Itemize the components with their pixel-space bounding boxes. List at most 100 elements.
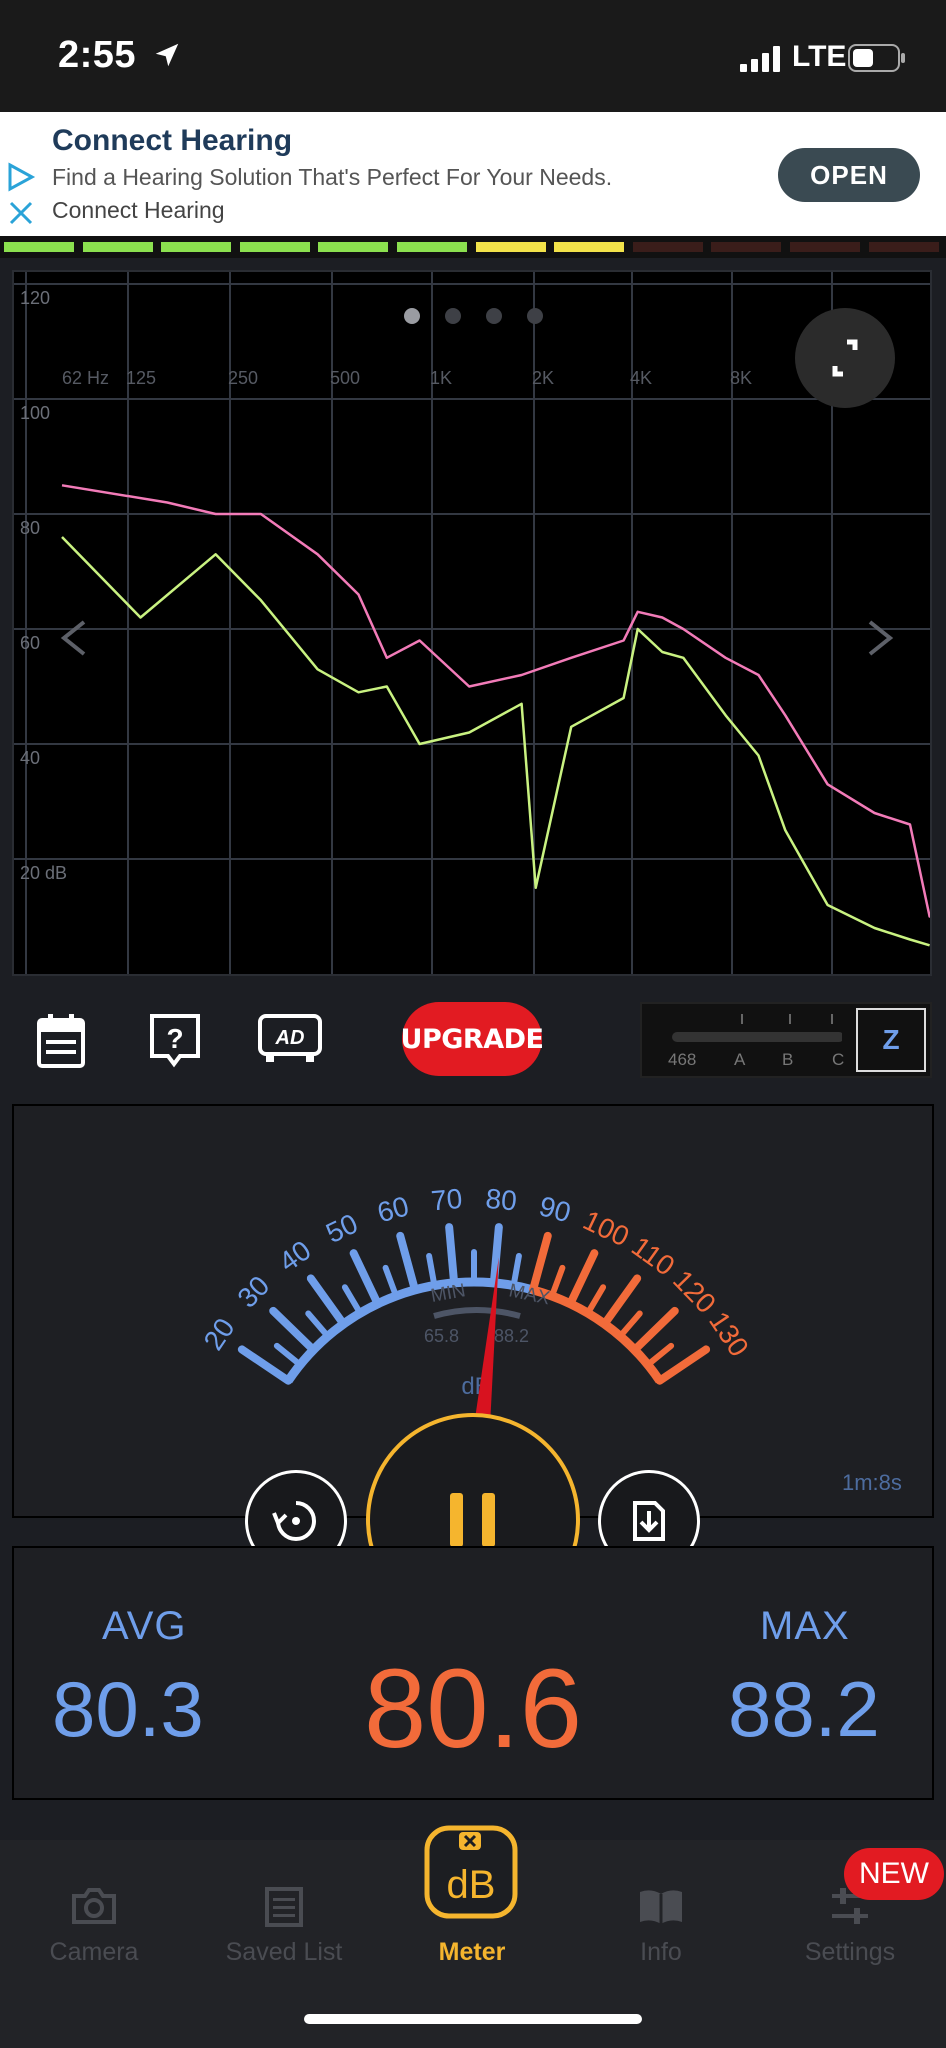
signal-icon	[740, 46, 780, 72]
page-dot	[445, 308, 461, 324]
avg-value: 80.3	[52, 1665, 204, 1753]
freq-tick-label: 125	[126, 368, 156, 388]
spectrum-series-max	[61, 484, 930, 918]
freq-tick-label: 2K	[532, 368, 554, 388]
list-icon	[265, 1887, 303, 1927]
adchoices-icon[interactable]	[6, 162, 36, 192]
avg-label: AVG	[102, 1604, 187, 1648]
page-dot	[486, 308, 502, 324]
level-segment	[4, 242, 74, 252]
meter-scale-label: 50	[321, 1208, 362, 1249]
svg-text:AD: AD	[275, 1027, 305, 1049]
tab-camera-label: Camera	[49, 1938, 139, 1966]
level-segment	[554, 242, 625, 252]
current-db-value: 80.6	[364, 1646, 582, 1771]
level-segment	[632, 242, 703, 252]
tab-info[interactable]: Info	[566, 1840, 756, 1970]
chevron-right-icon	[868, 620, 894, 656]
ad-banner[interactable]: Connect Hearing Find a Hearing Solution …	[0, 112, 946, 236]
db-tick-label: 60	[20, 633, 40, 653]
tab-meter[interactable]: dB Meter	[377, 1825, 567, 1970]
battery-icon	[848, 44, 905, 72]
freq-tick-label: 4K	[630, 368, 652, 388]
meter-tick	[273, 1342, 304, 1368]
level-segment	[790, 242, 860, 252]
level-segment	[82, 242, 153, 252]
camera-icon	[72, 1888, 116, 1924]
meter-tick	[306, 1274, 348, 1328]
elapsed-time: 1m:8s	[842, 1470, 902, 1495]
meter-tick	[237, 1345, 293, 1385]
ad-open-button[interactable]: OPEN	[778, 148, 920, 202]
db-tick-label: 40	[20, 748, 40, 768]
db-tick-label: 120	[20, 288, 50, 308]
minmax-arc	[433, 1307, 521, 1319]
meter-tick	[617, 1310, 643, 1340]
db-tick-label: 80	[20, 518, 40, 538]
max-value: 88.2	[728, 1665, 880, 1753]
weighting-468[interactable]: 468	[668, 1050, 696, 1070]
meter-tick	[305, 1310, 331, 1340]
tab-settings-label: Settings	[804, 1938, 896, 1966]
meter-scale-label: 60	[374, 1190, 412, 1228]
meter-tick	[584, 1284, 607, 1317]
db-tick-label: 100	[20, 403, 50, 423]
page-dot	[404, 308, 420, 324]
tab-saved-list[interactable]: Saved List	[189, 1840, 379, 1970]
close-icon[interactable]	[8, 200, 34, 226]
freq-tick-label: 1K	[430, 368, 452, 388]
tab-camera[interactable]: Camera	[0, 1840, 189, 1970]
meter-tick	[548, 1264, 566, 1299]
upgrade-button[interactable]: UPGRADE	[401, 1002, 544, 1076]
chevron-left-icon	[60, 620, 86, 656]
book-icon	[640, 1890, 682, 1924]
level-segment	[711, 242, 782, 252]
meter-scale-label: 130	[703, 1306, 755, 1362]
log-icon[interactable]	[34, 1010, 88, 1070]
location-arrow-icon	[155, 43, 179, 67]
meter-tick	[396, 1231, 419, 1294]
tab-meter-label: Meter	[438, 1938, 506, 1966]
meter-scale-label: 70	[430, 1183, 464, 1217]
new-badge: NEW	[844, 1848, 944, 1900]
weighting-b[interactable]: B	[782, 1050, 793, 1070]
freq-tick-label: 500	[330, 368, 360, 388]
meter-scale-label: 100	[578, 1204, 634, 1252]
meter-scale-label: 20	[198, 1312, 241, 1355]
max-label: MAX	[507, 1280, 552, 1309]
meter-scale-label: 30	[232, 1270, 276, 1314]
min-value: 65.8	[424, 1326, 459, 1346]
max-label: MAX	[760, 1604, 850, 1648]
level-segment	[161, 242, 232, 252]
fullscreen-button[interactable]	[795, 308, 895, 408]
ad-title: Connect Hearing	[52, 124, 293, 157]
page-dot	[527, 308, 543, 324]
tab-saved-list-label: Saved List	[225, 1938, 343, 1966]
tab-meter-icon-text: dB	[447, 1863, 496, 1907]
weighting-a[interactable]: A	[734, 1050, 745, 1070]
freq-tick-label: 250	[228, 368, 258, 388]
freq-tick-label: 8K	[730, 368, 752, 388]
level-segment	[475, 242, 546, 252]
meter-tick	[445, 1223, 459, 1287]
weighting-z-selected[interactable]: Z	[856, 1008, 926, 1072]
db-tick-label: 20 dB	[20, 863, 67, 883]
home-indicator[interactable]	[304, 2014, 642, 2024]
weighting-c[interactable]: C	[832, 1050, 844, 1070]
meter-tick	[349, 1249, 382, 1308]
max-value: 88.2	[494, 1326, 529, 1346]
readouts-panel: AVG 80.3 80.6 MAX 88.2	[12, 1546, 934, 1800]
help-icon[interactable]: ?	[148, 1010, 202, 1070]
network-type: LTE	[792, 40, 847, 73]
svg-text:?: ?	[166, 1023, 183, 1054]
ad-subtitle: Find a Hearing Solution That's Perfect F…	[52, 164, 613, 190]
expand-icon	[832, 339, 858, 377]
meter-tick	[341, 1284, 364, 1317]
remove-ads-icon[interactable]: AD	[256, 1010, 324, 1070]
level-bar	[0, 236, 946, 258]
db-meter-icon: dB	[424, 1825, 518, 1919]
frequency-weighting-selector[interactable]: 468 A B C Z	[640, 1002, 932, 1078]
meter-scale-label: 40	[273, 1234, 316, 1277]
spectrum-chart[interactable]: 12010080604020 dB62 Hz1252505001K2K4K8K1…	[12, 270, 932, 976]
tab-info-label: Info	[640, 1938, 682, 1966]
